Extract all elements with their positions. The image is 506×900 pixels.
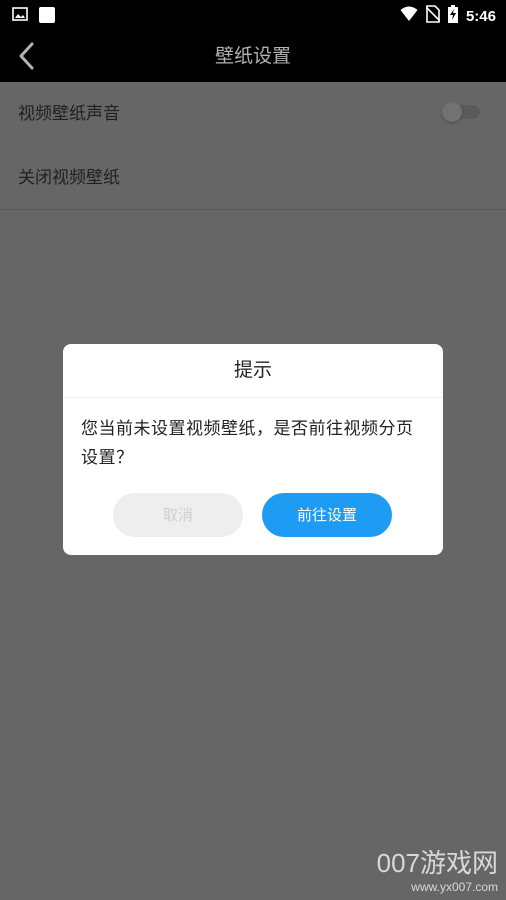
settings-item-label: 视频壁纸声音 [18, 104, 120, 124]
prompt-dialog: 提示 您当前未设置视频壁纸，是否前往视频分页设置？ 取消 前往设置 [63, 344, 443, 555]
settings-item-video-sound[interactable]: 视频壁纸声音 [0, 82, 506, 146]
clock-time: 5:46 [465, 7, 496, 25]
image-icon [12, 6, 28, 28]
wifi-icon [400, 6, 418, 26]
watermark-url: www.yx007.com [411, 880, 498, 894]
toolbar: 壁纸设置 [0, 30, 506, 82]
go-to-settings-button[interactable]: 前往设置 [262, 493, 392, 537]
dialog-message: 您当前未设置视频壁纸，是否前往视频分页设置？ [81, 419, 414, 468]
dialog-title: 提示 [63, 344, 443, 398]
no-sim-icon [425, 5, 441, 27]
video-sound-toggle[interactable] [442, 102, 480, 122]
page-title: 壁纸设置 [214, 45, 291, 67]
square-icon [38, 6, 56, 28]
settings-item-label: 关闭视频壁纸 [18, 168, 120, 188]
status-bar: 5:46 [0, 0, 506, 30]
watermark-brand: 007游戏网 [376, 848, 498, 878]
toggle-knob [442, 102, 462, 122]
cancel-button[interactable]: 取消 [113, 493, 243, 537]
settings-item-close-video-wallpaper[interactable]: 关闭视频壁纸 [0, 146, 506, 210]
battery-charging-icon [447, 5, 458, 27]
watermark: 007游戏网 www.yx007.com [377, 843, 498, 894]
